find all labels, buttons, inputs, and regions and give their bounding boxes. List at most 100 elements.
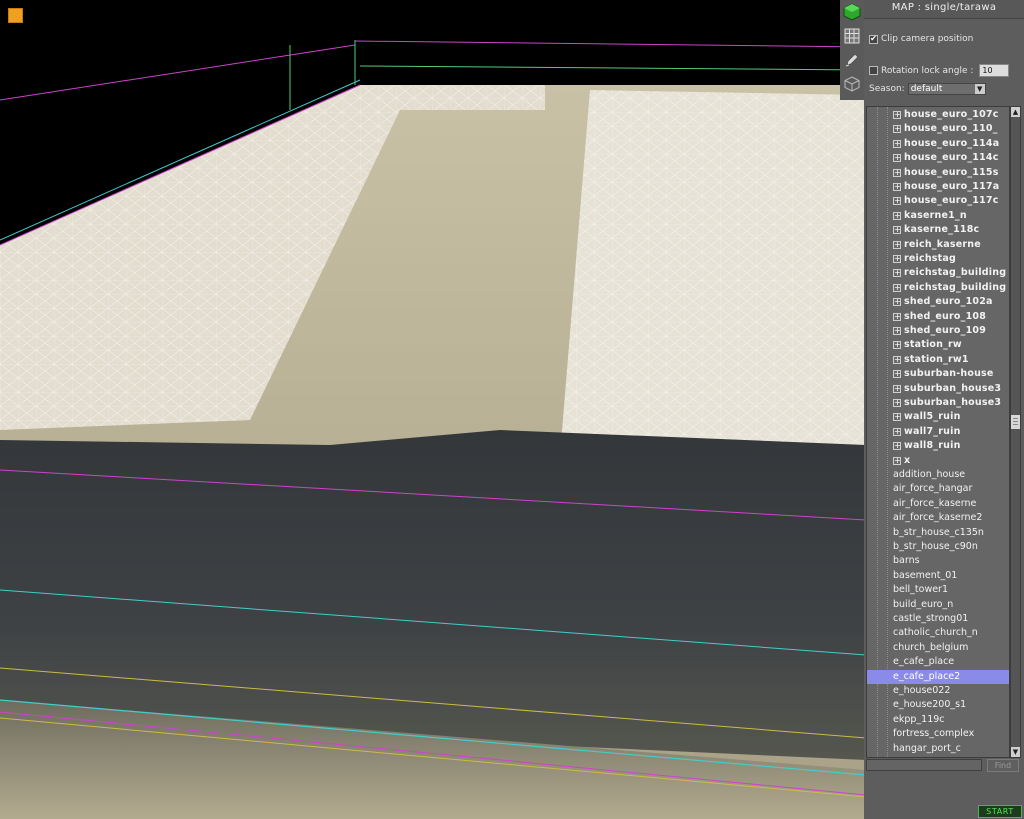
tree-item[interactable]: air_force_kaserne2	[867, 511, 1009, 525]
tree-folder[interactable]: + shed_euro_108	[867, 310, 1009, 324]
terrain-scene	[0, 0, 866, 819]
scroll-up-icon[interactable]: ▲	[1011, 107, 1020, 117]
tree-item[interactable]: e_house022	[867, 684, 1009, 698]
tree-item[interactable]: hangar_port_c	[867, 742, 1009, 756]
expand-plus-icon[interactable]: +	[893, 197, 901, 206]
tree-folder[interactable]: + shed_euro_109	[867, 324, 1009, 338]
tree-folder[interactable]: + wall7_ruin	[867, 425, 1009, 439]
clip-camera-option[interactable]: ✔ Clip camera position	[869, 34, 973, 44]
expand-plus-icon[interactable]: +	[893, 327, 901, 335]
grid-icon[interactable]	[842, 26, 862, 46]
app-icon[interactable]	[8, 8, 23, 23]
tree-folder[interactable]: + station_rw	[867, 338, 1009, 352]
rotation-lock-checkbox[interactable]	[869, 66, 878, 75]
clip-camera-checkbox[interactable]: ✔	[869, 34, 878, 44]
tree-folder[interactable]: + house_euro_107c	[867, 108, 1009, 122]
tree-folder-label: station_rw	[904, 339, 962, 351]
tree-folder[interactable]: + wall5_ruin	[867, 410, 1009, 424]
start-button[interactable]: START	[978, 805, 1022, 818]
tree-folder[interactable]: + house_euro_115s	[867, 166, 1009, 180]
chevron-down-icon[interactable]: ▼	[974, 84, 985, 94]
expand-plus-icon[interactable]: +	[893, 384, 901, 393]
object-tree[interactable]: + house_euro_107c + house_euro_110_ + house_e…	[866, 106, 1010, 758]
tree-item-label: build_euro_n	[893, 598, 954, 610]
tree-folder[interactable]: + house_euro_110_	[867, 122, 1009, 136]
find-button[interactable]: Find	[987, 759, 1019, 772]
tree-scrollbar[interactable]: ▲ ▼	[1010, 106, 1021, 758]
tree-folder[interactable]: + suburban-house	[867, 367, 1009, 381]
expand-plus-icon[interactable]: +	[893, 312, 901, 321]
rotation-lock-option[interactable]: Rotation lock angle : 10	[869, 64, 1010, 77]
tree-item[interactable]: air_force_hangar	[867, 482, 1009, 496]
tree-item[interactable]: e_cafe_place2	[867, 669, 1009, 684]
tree-folder[interactable]: + x	[867, 454, 1009, 468]
tree-folder[interactable]: + reichstag	[867, 252, 1009, 266]
expand-plus-icon[interactable]: +	[893, 298, 901, 307]
tree-folder[interactable]: + kaserne_118c	[867, 223, 1009, 237]
expand-plus-icon[interactable]: +	[893, 183, 901, 191]
tree-folder[interactable]: + station_rw1	[867, 353, 1009, 367]
find-input[interactable]	[866, 759, 982, 771]
3d-viewport[interactable]	[0, 0, 866, 819]
expand-plus-icon[interactable]: +	[893, 442, 901, 451]
expand-plus-icon[interactable]: +	[893, 283, 901, 292]
tree-folder[interactable]: + reichstag_building	[867, 281, 1009, 295]
expand-plus-icon[interactable]: +	[893, 255, 901, 263]
wireframe-cube-icon[interactable]	[842, 74, 862, 94]
tree-folder[interactable]: + house_euro_114c	[867, 151, 1009, 165]
tree-item[interactable]: bell_tower1	[867, 583, 1009, 597]
expand-plus-icon[interactable]: +	[893, 211, 901, 220]
cube-green-icon[interactable]	[842, 2, 862, 22]
tree-folder[interactable]: + reichstag_building	[867, 266, 1009, 280]
expand-plus-icon[interactable]: +	[893, 154, 901, 163]
tree-item-label: e_cafe_place2	[893, 670, 961, 682]
expand-plus-icon[interactable]: +	[893, 125, 901, 134]
pencil-icon[interactable]	[842, 50, 862, 70]
tree-folder[interactable]: + house_euro_114a	[867, 137, 1009, 151]
tree-item-label: b_str_house_c135n	[893, 526, 984, 538]
tree-item-label: fortress_complex	[893, 728, 975, 740]
tree-item[interactable]: b_str_house_c135n	[867, 526, 1009, 540]
expand-plus-icon[interactable]: +	[893, 341, 901, 350]
tree-item[interactable]: ekpp_119c	[867, 713, 1009, 727]
expand-plus-icon[interactable]: +	[893, 168, 901, 177]
expand-plus-icon[interactable]: +	[893, 355, 901, 364]
tree-item-label: addition_house	[893, 469, 966, 480]
tree-folder[interactable]: + house_euro_117a	[867, 180, 1009, 194]
tool-strip	[840, 0, 864, 100]
expand-plus-icon[interactable]: +	[893, 269, 901, 278]
expand-plus-icon[interactable]: +	[893, 456, 901, 465]
expand-plus-icon[interactable]: +	[893, 427, 901, 436]
expand-plus-icon[interactable]: +	[893, 139, 901, 148]
tree-folder[interactable]: + wall8_ruin	[867, 439, 1009, 453]
tree-item[interactable]: church_belgium	[867, 641, 1009, 655]
scroll-thumb[interactable]	[1011, 415, 1020, 429]
tree-folder[interactable]: + house_euro_117c	[867, 194, 1009, 208]
tree-item[interactable]: e_house200_s1	[867, 698, 1009, 712]
tree-folder[interactable]: + kaserne1_n	[867, 209, 1009, 223]
tree-item-label: air_force_hangar	[893, 483, 973, 495]
tree-folder[interactable]: + shed_euro_102a	[867, 295, 1009, 309]
expand-plus-icon[interactable]: +	[893, 370, 901, 379]
expand-plus-icon[interactable]: +	[893, 399, 901, 407]
season-select[interactable]: default ▼	[907, 83, 986, 95]
rotation-lock-angle-input[interactable]: 10	[979, 64, 1010, 77]
expand-plus-icon[interactable]: +	[893, 240, 901, 249]
tree-item[interactable]: build_euro_n	[867, 598, 1009, 612]
expand-plus-icon[interactable]: +	[893, 111, 901, 119]
tree-folder[interactable]: + suburban_house3	[867, 396, 1009, 410]
tree-item[interactable]: catholic_church_n	[867, 626, 1009, 640]
tree-item[interactable]: barns	[867, 554, 1009, 568]
tree-item[interactable]: air_force_kaserne	[867, 497, 1009, 511]
tree-item[interactable]: b_str_house_c90n	[867, 540, 1009, 554]
tree-item[interactable]: fortress_complex	[867, 727, 1009, 741]
tree-folder[interactable]: + suburban_house3	[867, 382, 1009, 396]
tree-folder[interactable]: + reich_kaserne	[867, 238, 1009, 252]
tree-item[interactable]: castle_strong01	[867, 612, 1009, 626]
tree-item[interactable]: addition_house	[867, 468, 1009, 482]
tree-item[interactable]: basement_01	[867, 569, 1009, 583]
scroll-down-icon[interactable]: ▼	[1011, 747, 1020, 757]
tree-item[interactable]: e_cafe_place	[867, 655, 1009, 669]
expand-plus-icon[interactable]: +	[893, 413, 901, 422]
expand-plus-icon[interactable]: +	[893, 226, 901, 235]
